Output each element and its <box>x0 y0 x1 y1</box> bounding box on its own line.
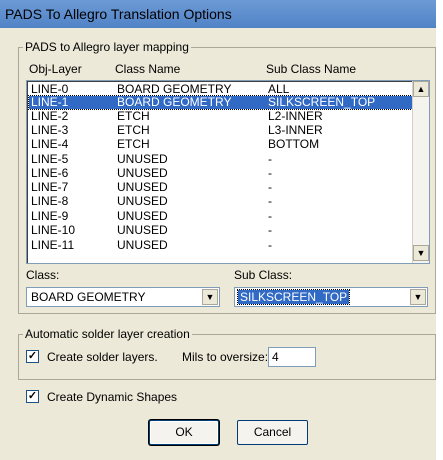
scroll-down-button[interactable]: ▼ <box>413 245 429 261</box>
scroll-up-button[interactable]: ▲ <box>413 81 429 97</box>
list-item[interactable]: LINE-2 ETCH L2-INNER <box>29 110 412 123</box>
class-label: Class: <box>26 268 60 282</box>
list-item[interactable]: LINE-4 ETCH BOTTOM <box>29 138 412 151</box>
column-header-class-name: Class Name <box>115 62 181 76</box>
window-title: PADS To Allegro Translation Options <box>5 6 232 22</box>
list-item[interactable]: LINE-8 UNUSED - <box>29 195 412 208</box>
list-item[interactable]: LINE-7 UNUSED - <box>29 181 412 194</box>
create-solder-checkbox[interactable]: ✓ <box>26 350 39 363</box>
column-header-obj-layer: Obj-Layer <box>29 62 82 76</box>
cancel-button[interactable]: Cancel <box>237 420 308 445</box>
dynamic-shapes-label[interactable]: Create Dynamic Shapes <box>47 390 177 404</box>
list-item[interactable]: LINE-6 UNUSED - <box>29 167 412 180</box>
list-scrollbar[interactable]: ▲ ▼ <box>412 81 429 263</box>
ok-button[interactable]: OK <box>149 420 219 445</box>
title-bar[interactable]: PADS To Allegro Translation Options <box>0 0 436 28</box>
list-item[interactable]: LINE-5 UNUSED - <box>29 153 412 166</box>
check-icon: ✓ <box>27 350 38 362</box>
list-item[interactable]: LINE-9 UNUSED - <box>29 210 412 223</box>
dropdown-arrow-icon[interactable]: ▼ <box>410 289 426 305</box>
dynamic-shapes-checkbox[interactable]: ✓ <box>26 390 39 403</box>
list-item[interactable]: LINE-10 UNUSED - <box>29 224 412 237</box>
mils-input[interactable]: 4 <box>268 347 316 367</box>
list-item-selected[interactable]: LINE-1 BOARD GEOMETRY SILKSCREEN_TOP <box>28 95 413 110</box>
layer-mapping-list[interactable]: LINE-0 BOARD GEOMETRY ALL LINE-1 BOARD GEOM… <box>26 80 430 264</box>
column-header-sub-class-name: Sub Class Name <box>266 62 357 76</box>
triangle-down-icon: ▼ <box>416 248 426 258</box>
translation-options-dialog: PADS To Allegro Translation Options PADS… <box>0 0 436 460</box>
mils-label: Mils to oversize: <box>182 350 269 364</box>
check-icon: ✓ <box>27 390 38 402</box>
list-item[interactable]: LINE-11 UNUSED - <box>29 239 412 252</box>
dropdown-arrow-icon[interactable]: ▼ <box>202 289 218 305</box>
layer-mapping-group-label: PADS to Allegro layer mapping <box>25 40 189 54</box>
class-select-value: BOARD GEOMETRY <box>31 290 146 304</box>
triangle-up-icon: ▲ <box>416 84 426 94</box>
subclass-label: Sub Class: <box>234 268 293 282</box>
list-item[interactable]: LINE-3 ETCH L3-INNER <box>29 124 412 137</box>
subclass-select[interactable]: SILKSCREEN_TOP ▼ <box>234 287 428 307</box>
subclass-select-value: SILKSCREEN_TOP <box>236 289 351 305</box>
solder-group-label: Automatic solder layer creation <box>25 327 190 341</box>
create-solder-label[interactable]: Create solder layers. <box>47 350 158 364</box>
class-select[interactable]: BOARD GEOMETRY ▼ <box>26 287 220 307</box>
